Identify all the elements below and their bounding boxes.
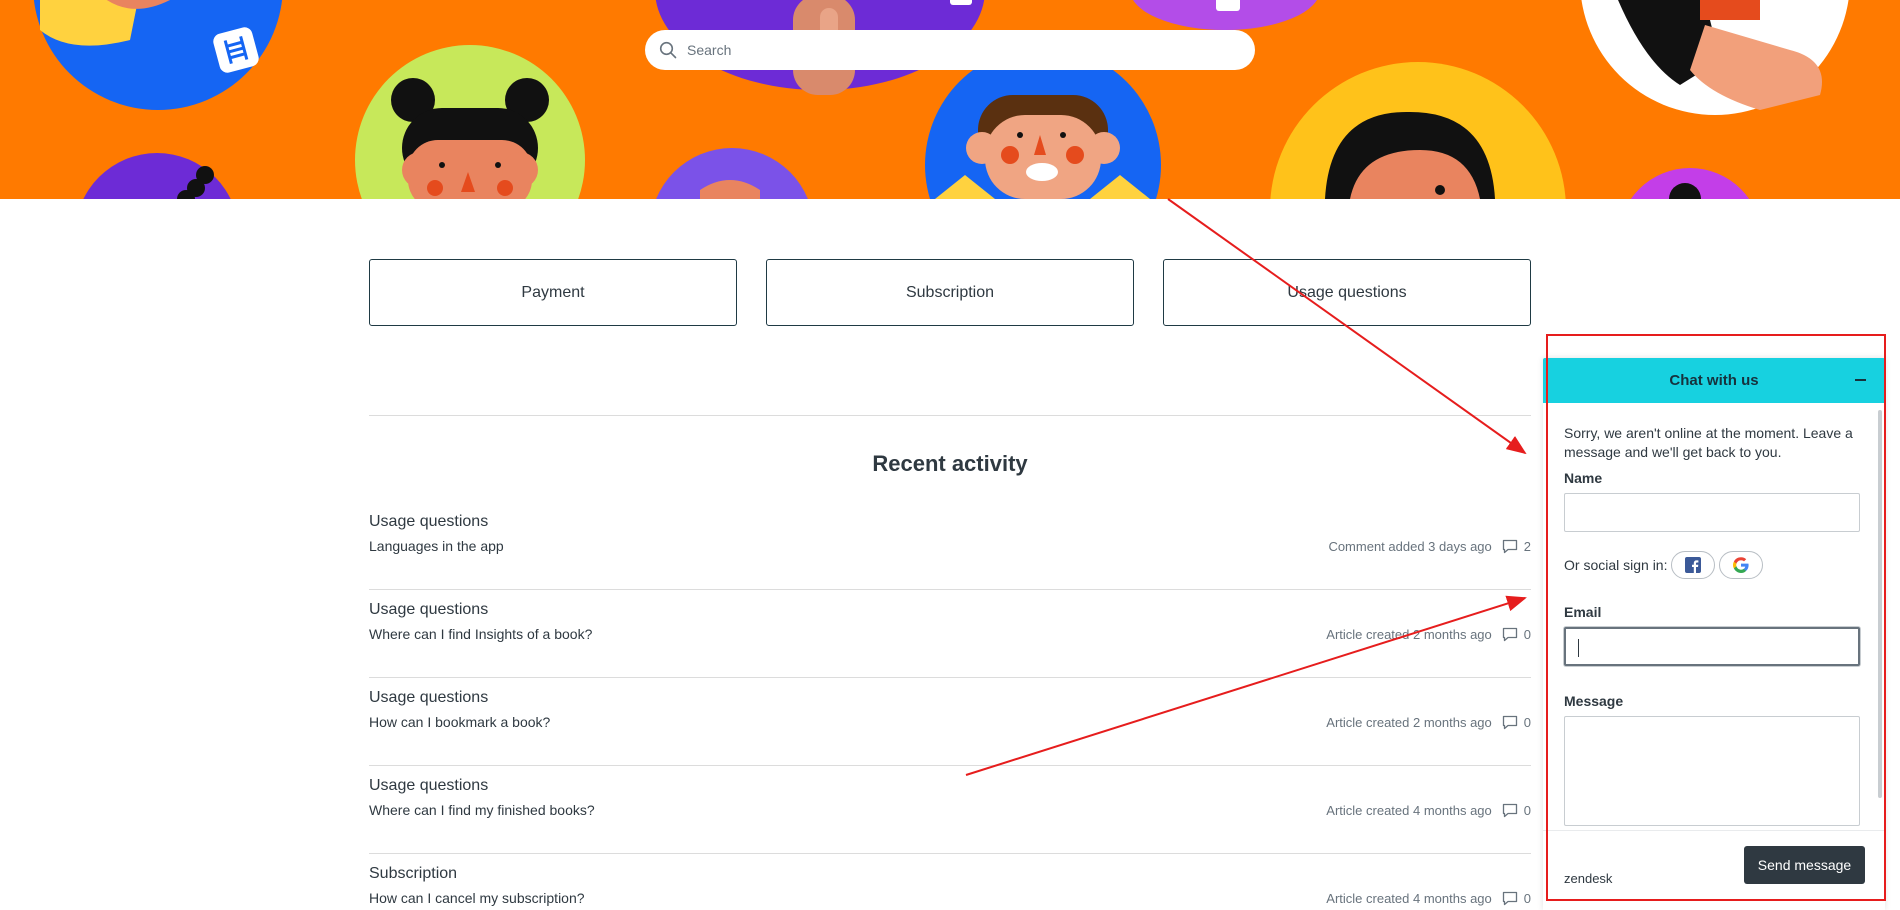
activity-meta: Comment added 3 days ago 2 — [1328, 539, 1531, 554]
chat-scrollbar[interactable] — [1878, 410, 1882, 798]
send-message-button[interactable]: Send message — [1744, 846, 1865, 884]
comment-count: 2 — [1502, 539, 1531, 554]
activity-meta-text: Article created 2 months ago — [1326, 715, 1492, 730]
search-input[interactable] — [687, 32, 1255, 68]
offline-notice: Sorry, we aren't online at the moment. L… — [1564, 425, 1853, 460]
activity-article-link[interactable]: How can I cancel my subscription? — [369, 890, 585, 906]
activity-category-link[interactable]: Usage questions — [369, 689, 488, 707]
comment-icon — [1502, 627, 1517, 642]
search-icon — [659, 41, 677, 59]
category-blocks: Payment Subscription Usage questions — [369, 259, 1531, 326]
comment-icon — [1502, 539, 1517, 554]
activity-item: Usage questions How can I bookmark a boo… — [369, 678, 1531, 766]
name-label: Name — [1564, 470, 1603, 486]
chat-widget: Chat with us Sorry, we aren't online at … — [1543, 358, 1885, 910]
activity-category-link[interactable]: Usage questions — [369, 513, 488, 531]
category-block-usage-questions[interactable]: Usage questions — [1163, 259, 1531, 326]
activity-item: Usage questions Where can I find my fini… — [369, 766, 1531, 854]
activity-article-link[interactable]: How can I bookmark a book? — [369, 714, 550, 730]
comment-count-value: 2 — [1523, 539, 1531, 554]
activity-item: Usage questions Languages in the app Com… — [369, 502, 1531, 590]
comment-count: 0 — [1502, 627, 1531, 642]
comment-icon — [1502, 891, 1517, 906]
activity-category-link[interactable]: Usage questions — [369, 777, 488, 795]
activity-meta-text: Article created 4 months ago — [1326, 803, 1492, 818]
social-sign-in: Or social sign in: — [1564, 551, 1764, 579]
minimize-icon[interactable] — [1853, 373, 1867, 387]
message-field[interactable] — [1564, 716, 1860, 826]
category-block-subscription[interactable]: Subscription — [766, 259, 1134, 326]
google-icon — [1733, 557, 1750, 573]
comment-count: 0 — [1502, 803, 1531, 818]
category-block-payment[interactable]: Payment — [369, 259, 737, 326]
comment-count-value: 0 — [1523, 627, 1531, 642]
activity-item: Subscription How can I cancel my subscri… — [369, 854, 1531, 910]
recent-activity-list: Usage questions Languages in the app Com… — [369, 502, 1531, 910]
activity-category-link[interactable]: Subscription — [369, 865, 457, 883]
hero-banner — [0, 0, 1900, 199]
activity-meta-text: Article created 4 months ago — [1326, 891, 1492, 906]
activity-item: Usage questions Where can I find Insight… — [369, 590, 1531, 678]
activity-article-link[interactable]: Languages in the app — [369, 538, 504, 554]
social-sign-in-label: Or social sign in: — [1564, 557, 1668, 573]
comment-count-value: 0 — [1523, 715, 1531, 730]
activity-meta-text: Comment added 3 days ago — [1328, 539, 1492, 554]
activity-meta: Article created 4 months ago 0 — [1326, 803, 1531, 818]
comment-count-value: 0 — [1523, 891, 1531, 906]
activity-category-link[interactable]: Usage questions — [369, 601, 488, 619]
search-bar[interactable] — [645, 30, 1255, 70]
comment-count: 0 — [1502, 715, 1531, 730]
chat-title: Chat with us — [1669, 372, 1759, 389]
message-label: Message — [1564, 693, 1624, 709]
facebook-sign-in-button[interactable] — [1671, 551, 1716, 579]
activity-meta: Article created 2 months ago 0 — [1326, 627, 1531, 642]
activity-meta-text: Article created 2 months ago — [1326, 627, 1492, 642]
chat-header: Chat with us — [1543, 358, 1885, 403]
section-divider — [369, 415, 1531, 416]
comment-count-value: 0 — [1523, 803, 1531, 818]
facebook-icon — [1685, 557, 1702, 573]
chat-footer: zendesk Send message — [1543, 830, 1885, 910]
comment-icon — [1502, 803, 1517, 818]
zendesk-brand[interactable]: zendesk — [1564, 871, 1612, 886]
activity-meta: Article created 2 months ago 0 — [1326, 715, 1531, 730]
text-caret — [1578, 639, 1579, 657]
activity-article-link[interactable]: Where can I find my finished books? — [369, 802, 595, 818]
comment-icon — [1502, 715, 1517, 730]
activity-article-link[interactable]: Where can I find Insights of a book? — [369, 626, 592, 642]
name-field[interactable] — [1564, 493, 1860, 532]
activity-meta: Article created 4 months ago 0 — [1326, 891, 1531, 906]
email-label: Email — [1564, 604, 1602, 620]
comment-count: 0 — [1502, 891, 1531, 906]
recent-activity-title: Recent activity — [872, 451, 1028, 476]
google-sign-in-button[interactable] — [1719, 551, 1764, 579]
email-field[interactable] — [1564, 627, 1860, 666]
chat-form: Sorry, we aren't online at the moment. L… — [1564, 424, 1860, 826]
